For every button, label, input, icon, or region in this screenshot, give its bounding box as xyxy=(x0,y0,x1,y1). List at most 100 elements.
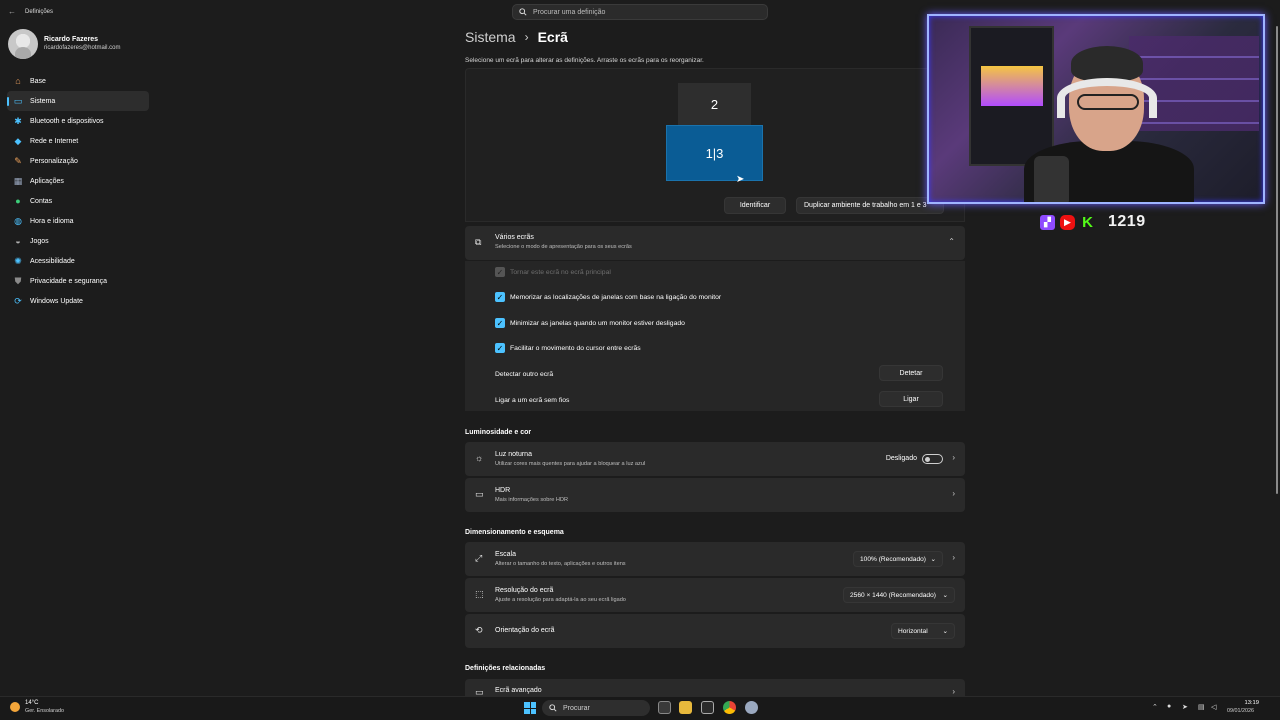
advanced-display-card[interactable]: ▭ Ecrã avançado › xyxy=(465,679,965,696)
orientation-dropdown[interactable]: Horizontal ⌄ xyxy=(891,623,955,639)
resolution-dropdown[interactable]: 2560 × 1440 (Recomendado) ⌄ xyxy=(843,587,955,603)
hdr-title: HDR xyxy=(495,487,511,494)
sidebar-item-windows-update[interactable]: ⟳ Windows Update xyxy=(7,291,149,311)
scale-card[interactable]: ⤢ Escala Alterar o tamanho do texto, apl… xyxy=(465,542,965,576)
tray-send-icon[interactable]: ➤ xyxy=(1182,703,1188,711)
weather-desc[interactable]: Ger. Ensolarado xyxy=(25,708,64,714)
sidebar-item-aplica-es[interactable]: ▦ Aplicações xyxy=(7,171,149,191)
monitor-2-tile[interactable]: 2 xyxy=(678,83,751,125)
sidebar-item-label: Hora e idioma xyxy=(30,217,74,225)
multiple-displays-header[interactable]: ⧉ Vários ecrãs Selecione o modo de apres… xyxy=(465,226,965,260)
monitor-1-3-tile[interactable]: 1|3 xyxy=(666,125,763,181)
settings-gear-icon[interactable] xyxy=(745,701,758,714)
chrome-icon[interactable] xyxy=(723,701,736,714)
hdr-icon: ▭ xyxy=(475,489,484,499)
twitch-icon: ▞ xyxy=(1040,214,1055,230)
apps-icon: ▦ xyxy=(13,175,23,186)
sidebar-item-label: Rede e Internet xyxy=(30,137,79,145)
sidebar-item-personaliza-o[interactable]: ✎ Personalização xyxy=(7,151,149,171)
settings-search-box[interactable]: Procurar uma definição xyxy=(512,4,768,20)
account-icon: ● xyxy=(15,196,21,206)
option-main-display: ✓ Tornar este ecrã no ecrã principal xyxy=(495,267,611,277)
arrangement-hint: Selecione um ecrã para alterar as defini… xyxy=(465,57,704,64)
sidebar-item-hora-e-idioma[interactable]: ◍ Hora e idioma xyxy=(7,211,149,231)
tray-app-icon[interactable]: ● xyxy=(1167,703,1171,710)
user-name: Ricardo Fazeres xyxy=(44,36,99,43)
update-icon: ⟳ xyxy=(14,295,22,306)
sidebar-item-contas[interactable]: ● Contas xyxy=(7,191,149,211)
taskbar-search[interactable]: Procurar xyxy=(542,700,650,716)
hdr-card[interactable]: ▭ HDR Mais informações sobre HDR › xyxy=(465,478,965,512)
sidebar-item-label: Sistema xyxy=(30,97,56,105)
checkbox-remember-windows[interactable]: ✓ xyxy=(495,292,505,302)
weather-temp[interactable]: 14°C xyxy=(25,700,38,706)
sidebar-item-acessibilidade[interactable]: ✺ Acessibilidade xyxy=(7,251,149,271)
orientation-title: Orientação do ecrã xyxy=(495,627,555,634)
multi-title: Vários ecrãs xyxy=(495,234,534,241)
system-icon: ▭ xyxy=(13,95,23,106)
checkbox-minimize-windows[interactable]: ✓ xyxy=(495,318,505,328)
scrollbar[interactable] xyxy=(1276,26,1278,494)
sidebar-item-label: Acessibilidade xyxy=(30,257,75,265)
scale-title: Escala xyxy=(495,551,517,558)
chevron-right-icon: › xyxy=(952,489,955,498)
monitor-icon: ▭ xyxy=(475,687,484,696)
social-counter: ▞ ▶ K 1219 xyxy=(1040,213,1146,231)
avatar[interactable] xyxy=(8,29,38,59)
webcam-overlay xyxy=(927,14,1265,204)
sidebar-item-label: Aplicações xyxy=(30,177,64,185)
sidebar-item-privacidade-e-seguran-a[interactable]: ⛊ Privacidade e segurança xyxy=(7,271,149,291)
multiple-displays-options: ✓ Tornar este ecrã no ecrã principal ✓ M… xyxy=(465,260,965,411)
multi-monitor-icon: ⧉ xyxy=(475,237,482,247)
bluetooth-icon: ✱ xyxy=(14,115,22,126)
breadcrumb: Sistema › Ecrã xyxy=(465,29,568,45)
sidebar-nav: ⌂ Base ▭ Sistema ✱ Bluetooth e dispositivos ◆ R… xyxy=(7,71,149,311)
option-remember-windows[interactable]: ✓ Memorizar as localizações de janelas c… xyxy=(495,292,721,302)
connect-button[interactable]: Ligar xyxy=(879,391,943,407)
night-light-toggle[interactable] xyxy=(922,454,943,464)
option-ease-cursor[interactable]: ✓ Facilitar o movimento do cursor entre … xyxy=(495,343,641,353)
chevron-up-icon[interactable]: ⌃ xyxy=(948,237,955,246)
hdr-info-link[interactable]: Mais informações sobre HDR xyxy=(495,497,568,503)
night-light-subtitle: Utilizar cores mais quentes para ajudar … xyxy=(495,461,646,467)
breadcrumb-sistema[interactable]: Sistema xyxy=(465,29,516,45)
identify-button[interactable]: Identificar xyxy=(724,197,786,214)
task-view-icon[interactable] xyxy=(658,701,671,714)
section-scale-layout: Dimensionamento e esquema xyxy=(465,529,564,536)
section-related: Definições relacionadas xyxy=(465,665,546,672)
store-icon[interactable] xyxy=(701,701,714,714)
detect-button[interactable]: Detetar xyxy=(879,365,943,381)
duplicate-dropdown[interactable]: Duplicar ambiente de trabalho em 1 e 3 xyxy=(796,197,944,214)
sidebar-item-label: Privacidade e segurança xyxy=(30,277,108,285)
clock-date[interactable]: 09/01/2026 xyxy=(1227,708,1254,714)
sidebar-item-bluetooth-e-dispositivos[interactable]: ✱ Bluetooth e dispositivos xyxy=(7,111,149,131)
weather-sun-icon[interactable] xyxy=(10,702,20,712)
sidebar-item-rede-e-internet[interactable]: ◆ Rede e Internet xyxy=(7,131,149,151)
network-icon[interactable]: ▤ xyxy=(1198,703,1205,711)
sun-icon: ☼ xyxy=(475,453,484,463)
tray-chevron-up-icon[interactable]: ⌃ xyxy=(1152,703,1158,711)
night-light-title: Luz noturna xyxy=(495,451,532,458)
night-light-state: Desligado xyxy=(885,455,917,462)
sidebar-item-sistema[interactable]: ▭ Sistema xyxy=(7,91,149,111)
file-explorer-icon[interactable] xyxy=(679,701,692,714)
checkbox-ease-cursor[interactable]: ✓ xyxy=(495,343,505,353)
volume-icon[interactable]: ◁ xyxy=(1211,703,1216,711)
chevron-down-icon: ⌄ xyxy=(942,592,948,599)
sidebar-item-label: Contas xyxy=(30,197,53,205)
sidebar-item-jogos[interactable]: ◒ Jogos xyxy=(7,231,149,251)
back-arrow-icon[interactable]: ← xyxy=(8,7,16,16)
night-light-card[interactable]: ☼ Luz noturna Utilizar cores mais quente… xyxy=(465,442,965,476)
resolution-card[interactable]: ⬚ Resolução do ecrã Ajuste a resolução p… xyxy=(465,578,965,612)
globe-clock-icon: ◍ xyxy=(14,215,22,226)
section-brightness: Luminosidade e cor xyxy=(465,429,532,436)
clock-time[interactable]: 13:19 xyxy=(1241,700,1259,706)
option-minimize-windows[interactable]: ✓ Minimizar as janelas quando um monitor… xyxy=(495,318,685,328)
scale-dropdown[interactable]: 100% (Recomendado) ⌄ xyxy=(853,551,943,567)
search-placeholder: Procurar uma definição xyxy=(533,8,606,16)
sidebar-item-base[interactable]: ⌂ Base xyxy=(7,71,149,91)
start-windows-icon[interactable] xyxy=(524,702,536,714)
orientation-card[interactable]: ⟲ Orientação do ecrã Horizontal ⌄ xyxy=(465,614,965,648)
brush-icon: ✎ xyxy=(14,155,22,166)
chevron-down-icon: ⌄ xyxy=(942,628,948,635)
